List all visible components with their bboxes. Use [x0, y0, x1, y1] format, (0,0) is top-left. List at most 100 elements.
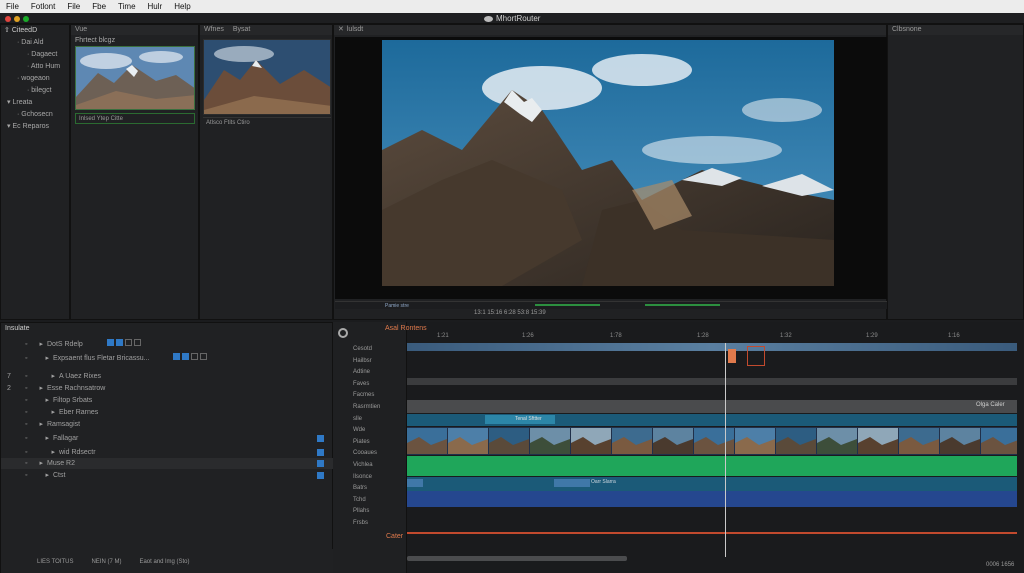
menu-help[interactable]: Help — [168, 2, 196, 11]
bin1-tab[interactable]: Vue — [71, 25, 198, 35]
inspector-row[interactable]: ◦ ▸ wid Rdsectr — [1, 447, 334, 458]
visibility-icon[interactable]: ◦ — [25, 433, 27, 444]
track-header-label[interactable]: Frsbs — [353, 520, 368, 526]
track-header-label[interactable]: Faves — [353, 381, 369, 387]
track-header-label[interactable]: Tchd — [353, 497, 366, 503]
visibility-icon[interactable]: ◦ — [25, 458, 27, 469]
expand-icon[interactable]: ▸ — [51, 407, 55, 418]
expand-icon[interactable]: ▸ — [51, 371, 55, 382]
timeline-scrollbar[interactable] — [407, 556, 627, 561]
tab-bysat[interactable]: Bysat — [233, 25, 251, 35]
inspector-row[interactable]: ◦ ▸ Eber Rarnes — [1, 407, 334, 418]
expand-icon[interactable]: ▸ — [39, 419, 43, 430]
menu-file[interactable]: File — [0, 2, 25, 11]
visibility-icon[interactable]: ◦ — [25, 395, 27, 406]
right-panel-tab[interactable]: Clbsnone — [888, 25, 1023, 35]
project-tree-item[interactable]: · bilegct — [1, 85, 69, 97]
expand-icon[interactable]: ▸ — [39, 339, 43, 350]
expand-icon[interactable]: ▸ — [45, 353, 49, 364]
inspector-tool-icons[interactable] — [106, 339, 141, 350]
timeline-tab[interactable]: Asal Rontens — [385, 325, 427, 332]
layer-color-swatch[interactable] — [317, 449, 324, 456]
track-header-label[interactable]: Vichlea — [353, 462, 373, 468]
bin2-clip-thumbnail[interactable] — [203, 39, 331, 115]
expand-icon[interactable]: ▸ — [39, 458, 43, 469]
menu-time[interactable]: Time — [112, 2, 141, 11]
project-tree-item[interactable]: · Gchosecn — [1, 109, 69, 121]
visibility-icon[interactable]: ◦ — [25, 470, 27, 481]
audio-track-2[interactable] — [407, 491, 1017, 507]
expand-icon[interactable]: ▸ — [39, 383, 43, 394]
track-target-icon[interactable] — [338, 328, 348, 338]
timeline-overview-track[interactable] — [407, 343, 1017, 351]
selection-box[interactable] — [747, 346, 765, 366]
visibility-icon[interactable]: ◦ — [25, 371, 27, 382]
track-bar-1[interactable] — [407, 378, 1017, 385]
track-header-label[interactable]: Cooaues — [353, 450, 377, 456]
title-track[interactable]: Tenal Sfttter — [407, 414, 1017, 426]
inspector-row-label: Ctst — [53, 472, 66, 479]
project-tree-item[interactable]: · Dagaect — [1, 49, 69, 61]
inspector-tool-icons[interactable] — [173, 353, 208, 364]
layer-color-swatch[interactable] — [317, 460, 324, 467]
visibility-icon[interactable]: ◦ — [25, 353, 27, 364]
audio-clip-marker[interactable] — [554, 479, 590, 487]
tab-wfnes[interactable]: Wfnes — [204, 25, 224, 35]
close-window-button[interactable] — [5, 16, 11, 22]
expand-icon[interactable]: ▸ — [51, 447, 55, 458]
audio-clip-start[interactable] — [407, 479, 423, 487]
expand-icon[interactable]: ▸ — [45, 433, 49, 444]
project-tree-item[interactable]: · wogeaon — [1, 73, 69, 85]
track-bar-2[interactable] — [407, 400, 1017, 413]
track-header-label[interactable]: Adtine — [353, 369, 370, 375]
inspector-row[interactable]: ◦ ▸ Ramsagist — [1, 419, 334, 430]
menu-fbe[interactable]: Fbe — [86, 2, 112, 11]
expand-icon[interactable]: ▸ — [45, 395, 49, 406]
expand-icon[interactable]: ▸ — [45, 470, 49, 481]
visibility-icon[interactable]: ◦ — [25, 383, 27, 394]
inspector-row[interactable]: ◦ ▸ Ctst — [1, 470, 334, 481]
menu-file-2[interactable]: File — [61, 2, 86, 11]
project-tree-item[interactable]: ▾ Ec Reparos — [1, 121, 69, 133]
track-header-label[interactable]: Facmes — [353, 392, 374, 398]
project-tree-item[interactable]: ▾ Lreata — [1, 97, 69, 109]
inspector-row[interactable]: ◦ ▸ DotS Rdelp — [1, 339, 334, 350]
inspector-row[interactable]: 7 ◦ ▸ A Uaez Rixes — [1, 371, 334, 382]
project-tree-item[interactable]: · Atto Hum — [1, 61, 69, 73]
playhead-marker[interactable] — [728, 349, 736, 363]
inspector-row[interactable]: ◦ ▸ Muse R2 — [1, 458, 334, 469]
visibility-icon[interactable]: ◦ — [25, 419, 27, 430]
layer-color-swatch[interactable] — [317, 435, 324, 442]
track-header-label[interactable]: Piates — [353, 439, 370, 445]
visibility-icon[interactable]: ◦ — [25, 447, 27, 458]
track-header-label[interactable]: slle — [353, 416, 362, 422]
video-track[interactable] — [407, 427, 1021, 455]
inspector-row[interactable]: ◦ ▸ Filtop Srbats — [1, 395, 334, 406]
visibility-icon[interactable]: ◦ — [25, 407, 27, 418]
viewer-canvas[interactable] — [335, 37, 887, 299]
layer-color-swatch[interactable] — [317, 472, 324, 479]
track-header-label[interactable]: Rasrmtien — [353, 404, 380, 410]
track-header-label[interactable]: Wde — [353, 427, 365, 433]
track-header-label[interactable]: Cesotd — [353, 346, 372, 352]
project-tree-item[interactable]: · Dai Ald — [1, 37, 69, 49]
menu-font[interactable]: Fotlont — [25, 2, 61, 11]
inspector-row[interactable]: 2 ◦ ▸ Esse Rachnsatrow — [1, 383, 334, 394]
inspector-row[interactable]: ◦ ▸ Fallagar — [1, 433, 334, 444]
title-clip[interactable]: Tenal Sfttter — [485, 415, 555, 424]
minimize-window-button[interactable] — [14, 16, 20, 22]
track-header-label[interactable]: Hailbsr — [353, 358, 372, 364]
green-track[interactable] — [407, 456, 1017, 476]
track-header-label[interactable]: Ilsonce — [353, 474, 372, 480]
viewer-scrubber[interactable]: Pamie stre — [335, 301, 887, 309]
audio-track-1[interactable]: Oarr Slarra — [407, 477, 1017, 491]
track-header-label[interactable]: Batrs — [353, 485, 367, 491]
playhead[interactable] — [725, 343, 726, 557]
bin1-clip-thumbnail[interactable] — [75, 46, 195, 110]
inspector-row[interactable]: ◦ ▸ Expsaent flus Fletar Bricassu... — [1, 353, 334, 364]
menu-hulr[interactable]: Hulr — [142, 2, 169, 11]
viewer-tab[interactable]: ✕ lulsdt — [334, 25, 886, 35]
track-header-label[interactable]: Pllahs — [353, 508, 369, 514]
visibility-icon[interactable]: ◦ — [25, 339, 27, 350]
maximize-window-button[interactable] — [23, 16, 29, 22]
